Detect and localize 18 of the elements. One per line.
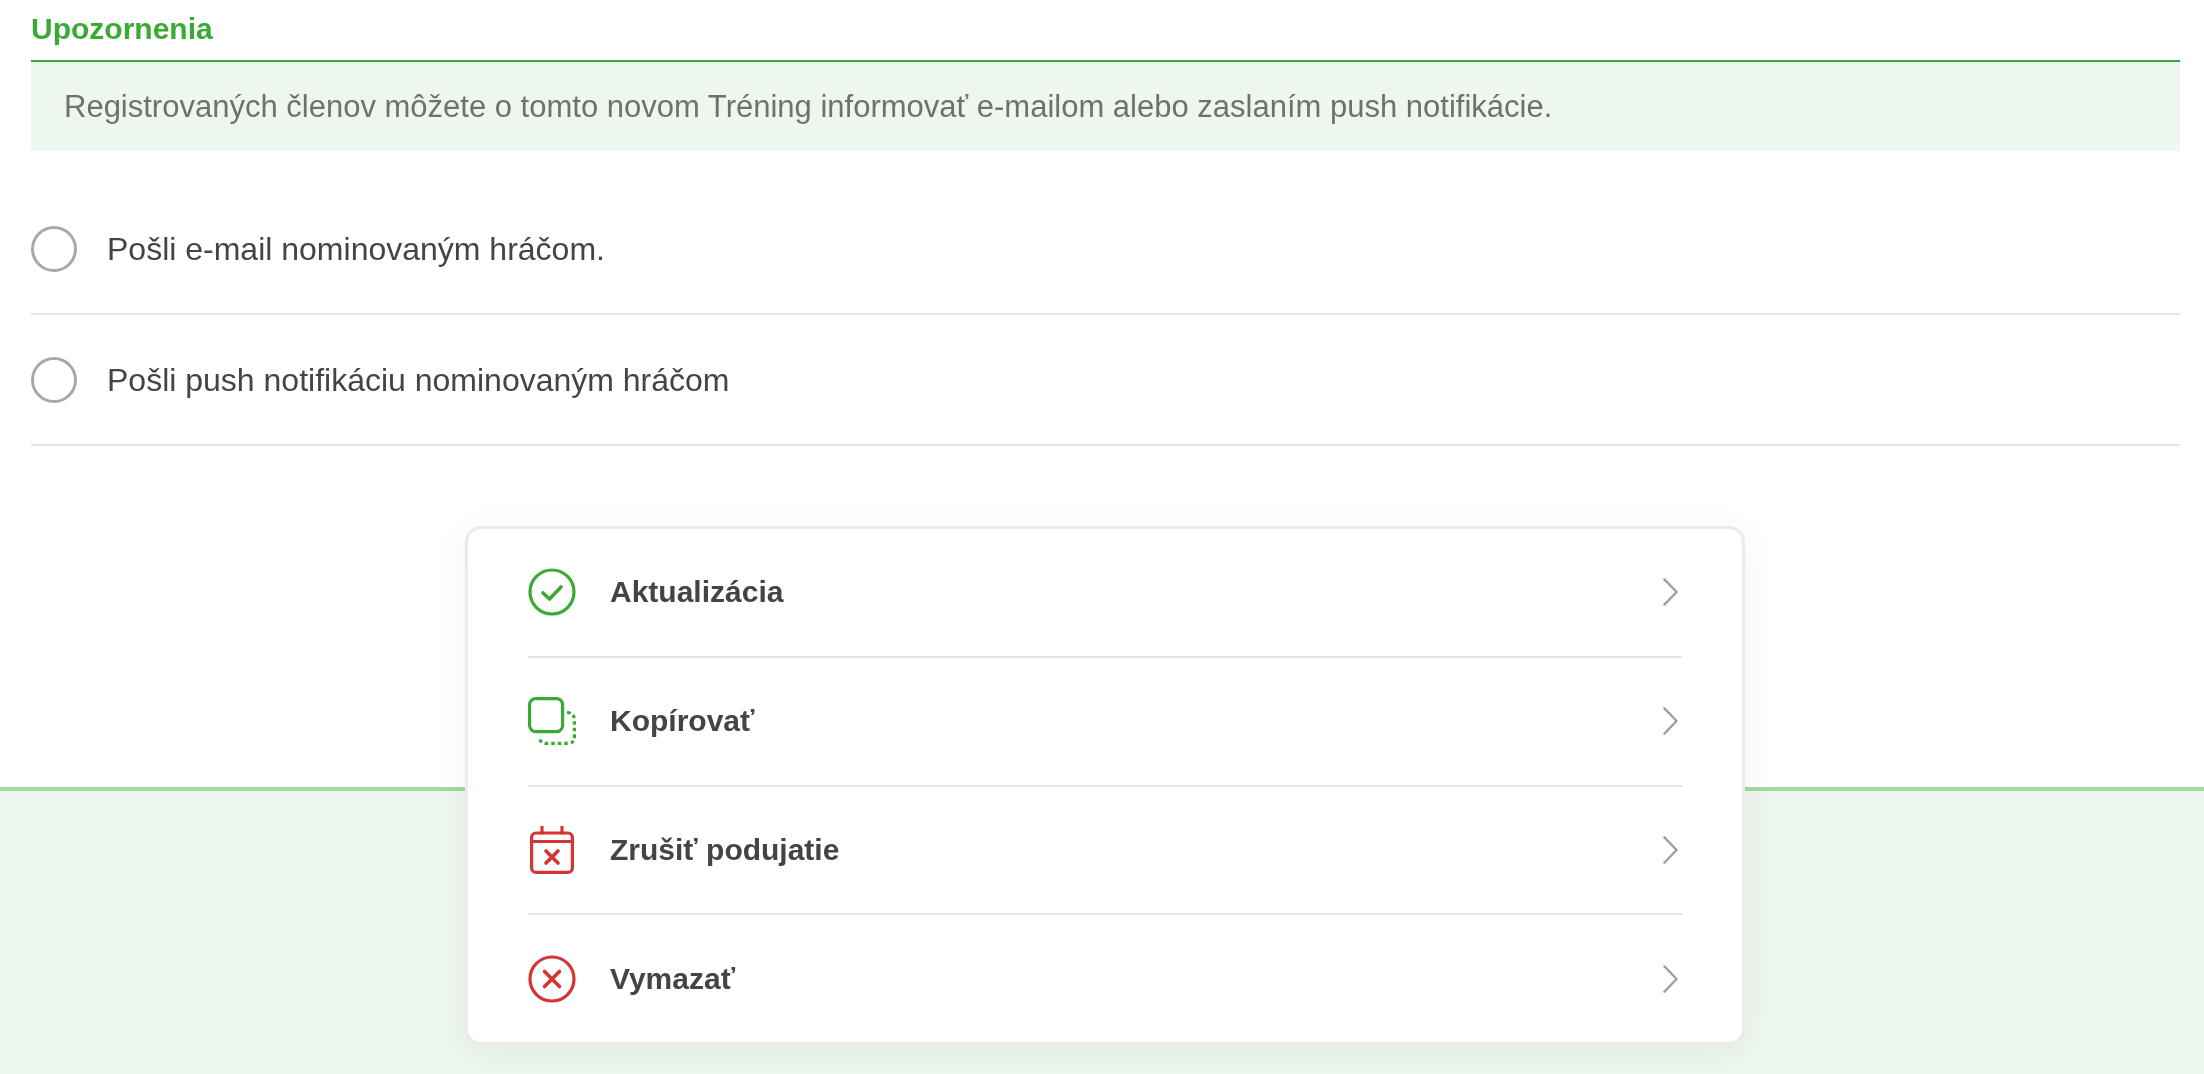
chevron-right-icon: [1663, 578, 1678, 607]
chevron-right-icon: [1663, 835, 1678, 864]
calendar-x-icon: [528, 825, 576, 874]
circle-x-icon: [528, 954, 576, 1003]
menu-item[interactable]: Vymazať: [528, 915, 1682, 1042]
chevron-right-icon: [1663, 964, 1678, 993]
menu-item[interactable]: Kopírovať: [528, 657, 1682, 787]
menu-item[interactable]: Zrušiť podujatie: [528, 786, 1682, 916]
check-circle-icon: [528, 568, 576, 617]
radio-button[interactable]: [31, 356, 77, 403]
option-label[interactable]: Pošli push notifikáciu nominovaným hráčom: [107, 359, 730, 400]
info-text: Registrovaných členov môžete o tomto novom Tréning informovať e-mailom alebo zaslaním push notifikácie.: [64, 87, 1553, 126]
menu-item[interactable]: Aktualizácia: [528, 529, 1682, 658]
option-label[interactable]: Pošli e-mail nominovaným hráčom.: [107, 228, 605, 269]
chevron-right-icon: [1663, 707, 1678, 736]
section-title: Upozornenia: [31, 11, 213, 47]
copy-icon: [528, 697, 576, 746]
radio-button[interactable]: [31, 225, 77, 272]
